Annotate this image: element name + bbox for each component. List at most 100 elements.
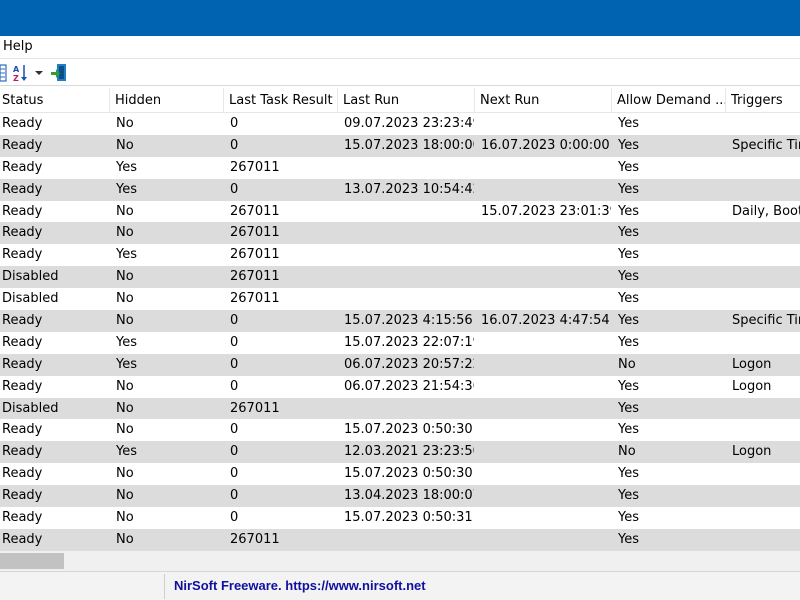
table-row[interactable]: Ready No 0 13.04.2023 18:00:07 Yes: [0, 485, 800, 508]
cell-next-run: [479, 529, 611, 551]
cell-last-task-result: 0: [230, 137, 239, 153]
cell-allow-demand: Yes: [618, 159, 639, 175]
table-row[interactable]: Ready No 0 15.07.2023 18:00:00 16.07.2023 0:…: [0, 134, 800, 157]
cell-next-run: [479, 266, 611, 288]
cell-last-run: [342, 201, 474, 223]
cell-next-run: [479, 354, 611, 376]
table-row[interactable]: Ready Yes 0 13.07.2023 10:54:42 Yes: [0, 178, 800, 201]
table-row[interactable]: Ready No 0 15.07.2023 4:15:56 16.07.2023 4:4…: [0, 310, 800, 332]
table-row[interactable]: Disabled No 267011 Yes: [0, 397, 800, 420]
cell-allow-demand: Yes: [618, 203, 639, 219]
table-row[interactable]: Ready No 0 09.07.2023 23:23:49 Yes: [0, 113, 800, 135]
horizontal-scrollbar[interactable]: [0, 551, 800, 571]
column-header-triggers[interactable]: Triggers: [726, 88, 800, 113]
cell-hidden: No: [116, 269, 134, 285]
cell-allow-demand: Yes: [618, 510, 639, 526]
cell-status: Ready: [2, 137, 43, 153]
cell-hidden: Yes: [116, 247, 137, 263]
cell-hidden: No: [116, 510, 134, 526]
cell-status: Ready: [2, 159, 43, 175]
table-row[interactable]: Ready No 0 06.07.2023 21:54:36 Yes Logon: [0, 376, 800, 398]
cell-triggers: [730, 244, 800, 266]
cell-hidden: No: [116, 116, 134, 131]
title-bar[interactable]: [0, 0, 800, 36]
cell-next-run: [479, 376, 611, 398]
table-row[interactable]: Ready Yes 0 06.07.2023 20:57:22 No Logon: [0, 353, 800, 376]
nirsoft-link[interactable]: NirSoft Freeware. https://www.nirsoft.ne…: [174, 578, 426, 593]
cell-triggers: Daily, Boot: [732, 203, 800, 219]
cell-last-run: 15.07.2023 0:50:31: [344, 510, 473, 526]
cell-last-run: [342, 288, 474, 310]
cell-hidden: No: [116, 466, 134, 482]
cell-triggers: [730, 113, 800, 135]
cell-allow-demand: Yes: [618, 466, 639, 482]
table-row[interactable]: Ready No 267011 15.07.2023 23:01:39 Yes Daily…: [0, 201, 800, 223]
table-row[interactable]: Ready No 0 15.07.2023 0:50:31 Yes: [0, 507, 800, 529]
cell-triggers: [730, 398, 800, 420]
cell-triggers: Logon: [732, 356, 772, 372]
cell-next-run: [479, 332, 611, 354]
column-header-status[interactable]: Status: [0, 88, 110, 113]
scrollbar-thumb[interactable]: [0, 553, 64, 569]
cell-allow-demand: Yes: [618, 116, 639, 131]
cell-status: Disabled: [2, 291, 59, 307]
table-row[interactable]: Ready Yes 0 12.03.2021 23:23:50 No Logon: [0, 441, 800, 464]
sort-icon[interactable]: A Z: [12, 62, 46, 84]
table-row[interactable]: Ready Yes 267011 Yes: [0, 244, 800, 266]
cell-status: Ready: [2, 313, 43, 329]
cell-last-run: 13.07.2023 10:54:42: [344, 181, 474, 197]
cell-last-run: [342, 398, 474, 420]
cell-hidden: Yes: [116, 356, 137, 372]
cell-last-run: 15.07.2023 18:00:00: [344, 137, 474, 153]
cell-allow-demand: Yes: [618, 313, 639, 329]
column-header-next-run[interactable]: Next Run: [475, 88, 612, 113]
table-header: Status Hidden Last Task Result Last Run …: [0, 88, 800, 113]
cell-triggers: [730, 288, 800, 310]
exit-icon[interactable]: [50, 62, 70, 84]
cell-status: Ready: [2, 531, 43, 547]
column-header-last-run[interactable]: Last Run: [338, 88, 475, 113]
column-header-allow-demand[interactable]: Allow Demand ...: [612, 88, 726, 113]
cell-allow-demand: Yes: [618, 400, 639, 416]
cell-last-task-result: 267011: [230, 269, 280, 285]
table-row[interactable]: Ready No 0 15.07.2023 0:50:30 Yes: [0, 463, 800, 485]
cell-allow-demand: Yes: [618, 378, 639, 394]
cell-last-run: 15.07.2023 22:07:19: [344, 334, 474, 350]
column-header-last-task-result[interactable]: Last Task Result: [224, 88, 338, 113]
cell-hidden: No: [116, 225, 134, 241]
cell-triggers: Logon: [732, 444, 772, 460]
cell-last-task-result: 0: [230, 488, 239, 504]
column-header-hidden[interactable]: Hidden: [110, 88, 224, 113]
cell-last-run: 06.07.2023 21:54:36: [344, 378, 474, 394]
cell-hidden: No: [116, 291, 134, 307]
cell-allow-demand: No: [618, 356, 636, 372]
cell-next-run: 15.07.2023 23:01:39: [481, 203, 611, 219]
cell-hidden: Yes: [116, 334, 137, 350]
cell-hidden: Yes: [116, 181, 137, 197]
cell-triggers: [730, 332, 800, 354]
cell-last-task-result: 0: [230, 116, 239, 131]
cell-last-task-result: 0: [230, 444, 239, 460]
cell-next-run: [479, 398, 611, 420]
table-row[interactable]: Ready Yes 0 15.07.2023 22:07:19 Yes: [0, 332, 800, 354]
cell-status: Ready: [2, 225, 43, 241]
svg-text:A: A: [13, 65, 20, 74]
table-row[interactable]: Ready No 0 15.07.2023 0:50:30 Yes: [0, 419, 800, 441]
cell-last-task-result: 0: [230, 422, 239, 438]
cell-allow-demand: No: [618, 444, 636, 460]
table-row[interactable]: Disabled No 267011 Yes: [0, 288, 800, 310]
cell-last-run: 15.07.2023 0:50:30: [344, 422, 473, 438]
table-row[interactable]: Ready Yes 267011 Yes: [0, 157, 800, 179]
cell-status: Ready: [2, 247, 43, 263]
table-row[interactable]: Disabled No 267011 Yes: [0, 266, 800, 289]
table-row[interactable]: Ready No 267011 Yes: [0, 222, 800, 245]
menu-help[interactable]: Help: [3, 39, 33, 55]
cell-allow-demand: Yes: [618, 247, 639, 263]
table-row[interactable]: Ready No 267011 Yes: [0, 528, 800, 551]
document-icon[interactable]: [0, 62, 7, 84]
cell-next-run: [479, 463, 611, 485]
cell-last-run: 15.07.2023 0:50:30: [344, 466, 473, 482]
cell-triggers: [730, 507, 800, 529]
cell-hidden: Yes: [116, 159, 137, 175]
cell-last-run: 12.03.2021 23:23:50: [344, 444, 474, 460]
